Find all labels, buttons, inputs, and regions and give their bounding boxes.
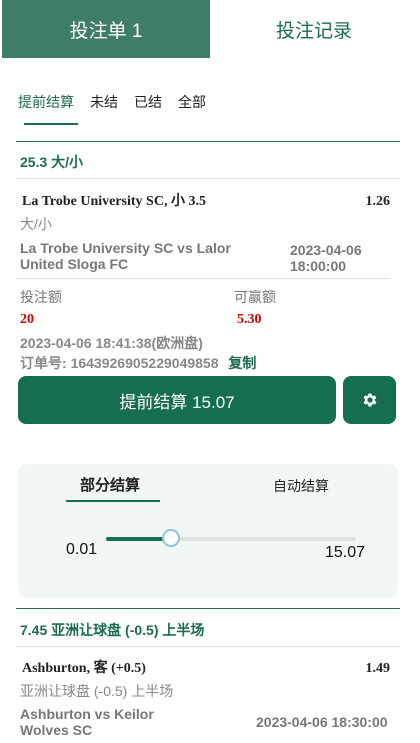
match-datetime: 2023-04-06 18:30:00: [256, 714, 388, 730]
market-name: 大/小: [20, 216, 52, 232]
tab-bet-slip[interactable]: 投注单 1: [2, 0, 210, 58]
settings-button[interactable]: [343, 376, 396, 424]
placed-time: 2023-04-06 18:41:38(欧洲盘): [20, 335, 203, 351]
match-name: La Trobe University SC vs Lalor United S…: [20, 240, 231, 272]
divider: [16, 646, 400, 647]
potential-win-label: 可赢额: [234, 289, 276, 305]
market-name: 亚洲让球盘 (-0.5) 上半场: [20, 683, 174, 699]
stake-label: 投注额: [20, 289, 62, 305]
copy-button[interactable]: 复制: [228, 355, 256, 371]
slider-handle[interactable]: [162, 529, 180, 547]
match-date: 2023-04-06: [290, 242, 362, 258]
divider: [16, 608, 400, 609]
tab-bet-history[interactable]: 投注记录: [210, 0, 418, 58]
tab-partial-settle[interactable]: 部分结算: [80, 474, 140, 495]
slider-min-value: 0.01: [66, 541, 98, 558]
sub-tabs: 提前结算 未结 已结 全部: [18, 88, 222, 125]
order-number: 1643926905229049858: [70, 355, 219, 371]
top-tabs: 投注单 1 投注记录: [2, 0, 418, 58]
tab-auto-settle[interactable]: 自动结算: [273, 476, 329, 496]
cashout-button[interactable]: 提前结算 15.07: [18, 376, 336, 424]
odds-value: 1.49: [365, 661, 391, 676]
sub-tab-unsettled[interactable]: 未结: [90, 88, 118, 122]
order-label: 订单号:: [20, 355, 67, 371]
match-name: Ashburton vs Keilor Wolves SC: [20, 706, 154, 738]
selection-name: La Trobe University SC, 小 3.5: [22, 194, 206, 209]
match-time: 18:00:00: [290, 258, 347, 274]
selection-name: Ashburton, 客 (+0.5): [22, 661, 146, 676]
potential-win-amount: 5.30: [237, 312, 262, 327]
odds-value: 1.26: [365, 194, 391, 209]
gear-icon: [363, 393, 376, 407]
sub-tab-all[interactable]: 全部: [178, 88, 206, 122]
order-number-row: 订单号: 1643926905229049858 复制: [20, 353, 256, 373]
sub-tab-early-settle[interactable]: 提前结算: [18, 88, 78, 125]
divider: [16, 141, 400, 142]
partial-settlement-panel: 部分结算 自动结算 0.01 15.07: [18, 464, 398, 598]
slider-max-value: 15.07: [325, 544, 366, 561]
bet-header: 7.45 亚洲让球盘 (-0.5) 上半场: [20, 622, 205, 638]
partial-amount-slider[interactable]: [106, 529, 356, 547]
bet-header: 25.3 大/小: [20, 154, 84, 170]
sub-tab-settled[interactable]: 已结: [134, 88, 162, 122]
divider: [16, 278, 390, 279]
cashout-label: 提前结算 15.07: [119, 392, 235, 412]
active-tab-indicator: [66, 500, 160, 502]
divider: [16, 178, 400, 179]
stake-amount: 20: [20, 312, 34, 327]
